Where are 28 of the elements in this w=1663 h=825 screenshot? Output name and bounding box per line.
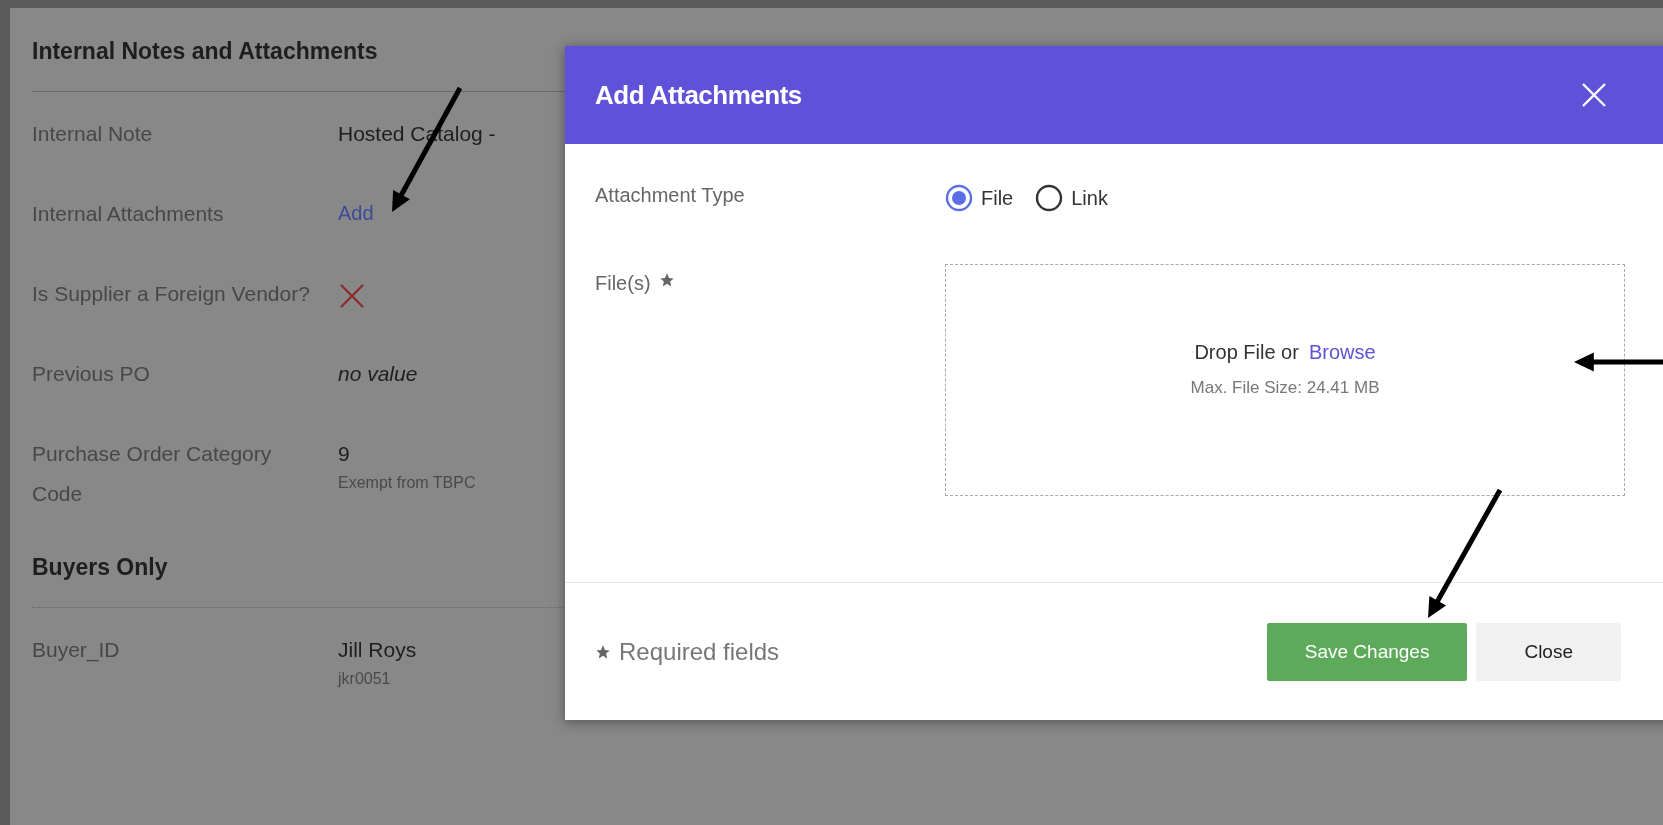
field-label: Attachment Type bbox=[595, 184, 746, 208]
radio-option[interactable]: File bbox=[945, 184, 1014, 212]
dialog-title: Add Attachments bbox=[595, 79, 802, 111]
field-label: Previous PO bbox=[32, 361, 151, 387]
field-label: Internal Note bbox=[32, 121, 154, 147]
field-subtext: jkr0051 bbox=[338, 670, 392, 688]
radio-icon[interactable] bbox=[1035, 184, 1064, 212]
required-note: Required fields bbox=[619, 637, 780, 666]
required-star-icon bbox=[658, 272, 675, 288]
drop-text: Drop File or bbox=[1194, 341, 1299, 364]
field-value: 9 bbox=[338, 442, 351, 466]
field-label: Buyer_ID bbox=[32, 637, 121, 664]
close-button[interactable]: Close bbox=[1476, 622, 1621, 681]
cross-icon bbox=[338, 282, 366, 310]
field-value: no value bbox=[338, 362, 419, 386]
radio-option[interactable]: Link bbox=[1035, 184, 1108, 212]
field-value: Jill Roys bbox=[338, 638, 418, 662]
radio-icon[interactable] bbox=[945, 184, 973, 212]
required-star-icon bbox=[595, 643, 611, 660]
field-subtext: Exempt from TBPC bbox=[338, 474, 477, 492]
field-label: Purchase Order Category Code bbox=[32, 441, 273, 507]
field-label: File(s) bbox=[595, 272, 651, 295]
section-title: Buyers Only bbox=[32, 554, 169, 582]
browse-link[interactable]: Browse bbox=[1308, 341, 1376, 364]
field-label: Internal Attachments bbox=[32, 201, 225, 227]
section-title: Internal Notes and Attachments bbox=[32, 38, 379, 66]
field-label: Is Supplier a Foreign Vendor? bbox=[32, 281, 311, 307]
max-file-size: Max. File Size: 24.41 MB bbox=[1190, 378, 1380, 398]
